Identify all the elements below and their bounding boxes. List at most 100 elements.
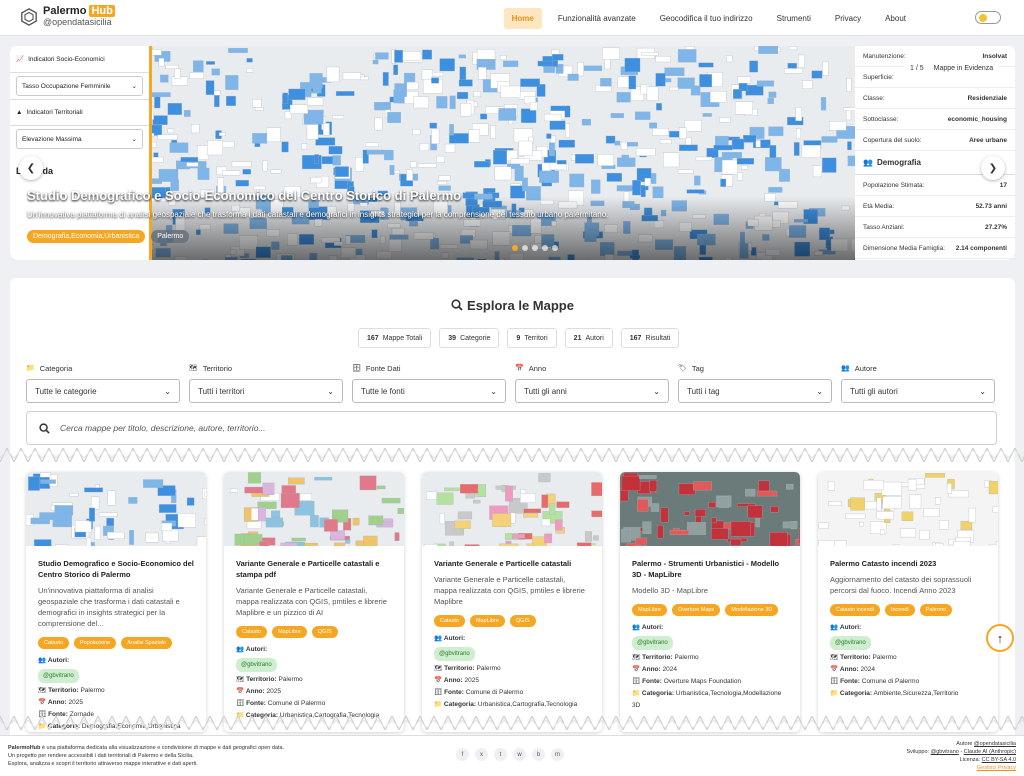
carousel-dot[interactable]	[522, 245, 528, 251]
carousel-dot[interactable]	[532, 245, 538, 251]
card-tag[interactable]: MapLibre	[632, 604, 667, 616]
nav-geocodifica[interactable]: Geocodifica il tuo indirizzo	[652, 8, 761, 29]
card-tag[interactable]: Catasto	[434, 615, 465, 627]
card-thumbnail[interactable]	[26, 472, 206, 546]
x-icon[interactable]: x	[475, 748, 488, 761]
featured-carousel: 📈 Indicatori Socio-Economici Tasso Occupa…	[10, 46, 1015, 260]
card-title[interactable]: Palermo - Strumenti Urbanistici - Modell…	[632, 558, 788, 580]
card-tag[interactable]: Catasto incendi	[830, 604, 880, 616]
search-icon	[39, 422, 50, 434]
map-card[interactable]: Palermo - Strumenti Urbanistici - Modell…	[620, 472, 800, 732]
filters-row: 📁 Categoria Tutte le categorie ⌄ 🗺 Territorio…	[26, 362, 995, 403]
hero-tags: Demografia,Economia,Urbanistica Palermo	[27, 230, 190, 243]
filter-categoria: 📁 Categoria Tutte le categorie ⌄	[26, 362, 180, 403]
brand-hub: Hub	[89, 5, 115, 17]
author-badge[interactable]: @gbvitrano	[434, 647, 475, 661]
search-bar[interactable]: Cerca mappe per titolo, descrizione, aut…	[26, 411, 997, 445]
filter-select[interactable]: Tutti i tag ⌄	[678, 379, 832, 403]
chevron-down-icon: ⌄	[131, 83, 137, 90]
filter-select[interactable]: Tutti gli anni ⌄	[515, 379, 669, 403]
nav-funzionalita[interactable]: Funzionalità avanzate	[550, 8, 644, 29]
map-card[interactable]: Variante Generale e Particelle catastali…	[422, 472, 602, 732]
card-tag[interactable]: Analisi Spaziale	[121, 637, 173, 649]
carousel-dot[interactable]	[542, 245, 548, 251]
card-tag[interactable]: Overture Maps	[671, 604, 721, 616]
nav-strumenti[interactable]: Strumenti	[769, 8, 819, 29]
folder-icon: 📁	[26, 365, 35, 372]
card-title[interactable]: Palermo Catasto incendi 2023	[830, 558, 986, 569]
card-title[interactable]: Variante Generale e Particelle catastali	[434, 558, 590, 569]
theme-toggle[interactable]	[975, 11, 1001, 24]
calendar-icon: 📅	[830, 666, 839, 673]
stat-badge: 167 Mappe Totali	[358, 328, 432, 348]
card-meta: 👥 Autori: @gbvitrano 🗺 Territorio: Palermo…	[632, 624, 782, 709]
filter-select[interactable]: Tutti gli autori ⌄	[841, 379, 995, 403]
map-icon: 🗺	[632, 654, 641, 661]
database-icon: 🗄	[434, 689, 443, 696]
info-row: Classe: Residenziale	[855, 88, 1015, 109]
chevron-down-icon: ⌄	[979, 386, 986, 396]
scroll-to-top-button[interactable]: ↑	[986, 624, 1014, 652]
card-thumbnail[interactable]	[224, 472, 404, 546]
hero-title[interactable]: Studio Demografico e Socio-Economico del…	[27, 188, 461, 203]
filter-select[interactable]: Tutte le categorie ⌄	[26, 379, 180, 403]
card-tag[interactable]: Catasto	[38, 637, 69, 649]
card-tag[interactable]: QGIS	[509, 615, 536, 627]
bluesky-icon[interactable]: b	[532, 748, 545, 761]
card-thumbnail[interactable]	[422, 472, 602, 546]
card-tag[interactable]: MapLibre	[271, 626, 307, 638]
carousel-next-button[interactable]: ❯	[981, 156, 1005, 180]
feature-info-panel: Manutenzione: Insolvat Superficie: Classe: R…	[855, 46, 1015, 260]
card-tag[interactable]: QGIS	[311, 626, 338, 638]
map-card[interactable]: Variante Generale e Particelle catastali…	[224, 472, 404, 732]
carousel-dot[interactable]	[552, 245, 558, 251]
card-title[interactable]: Variante Generale e Particelle catastali…	[236, 558, 392, 580]
card-tag[interactable]: Modellazione 3D	[725, 604, 779, 616]
brand[interactable]: Palermo Hub @opendatasicilia	[20, 5, 115, 27]
filter-select[interactable]: Tutte le fonti ⌄	[352, 379, 506, 403]
users-icon: 👥	[841, 365, 850, 372]
whatsapp-icon[interactable]: w	[513, 748, 526, 761]
nav-about[interactable]: About	[877, 8, 914, 29]
card-description: Un'innovativa piattaforma di analisi geo…	[38, 586, 180, 628]
footer: PalermoHub è una piattaforma dedicata al…	[0, 735, 1024, 776]
panel-item-indicatori-socio: 📈 Indicatori Socio-Economici	[10, 46, 149, 73]
card-tag[interactable]: Popolazione	[73, 637, 117, 649]
card-thumbnail[interactable]	[818, 472, 998, 546]
nav-home[interactable]: Home	[503, 8, 542, 29]
author-badge[interactable]: @gbvitrano	[38, 669, 79, 683]
explore-section: Esplora le Mappe 167 Mappe Totali 39 Catego…	[10, 278, 1015, 743]
search-input[interactable]: Cerca mappe per titolo, descrizione, aut…	[60, 423, 266, 433]
card-thumbnail[interactable]	[620, 472, 800, 546]
folder-icon: 📁	[830, 690, 839, 697]
card-tag[interactable]: Catasto	[236, 626, 267, 638]
slide-counter: 1 / 5 Mappe in Evidenza	[904, 60, 1000, 76]
map-card[interactable]: Palermo Catasto incendi 2023 Aggiornament…	[818, 472, 998, 732]
chart-icon: 📈	[16, 56, 25, 63]
facebook-icon[interactable]: f	[456, 748, 469, 761]
author-badge[interactable]: @gbvitrano	[830, 636, 871, 650]
nav-privacy[interactable]: Privacy	[827, 8, 869, 29]
threads-icon[interactable]: t	[494, 748, 507, 761]
carousel-dot[interactable]	[512, 245, 518, 251]
privacy-settings-link[interactable]: Gestisci Privacy	[977, 765, 1016, 771]
hero-tag-territory[interactable]: Palermo	[151, 230, 190, 243]
filter-select[interactable]: Tutti i territori ⌄	[189, 379, 343, 403]
carousel-indicators	[512, 245, 558, 251]
card-description: Modello 3D - MapLibre	[632, 586, 708, 595]
claude-link[interactable]: Claude AI (Anthropic)	[964, 749, 1016, 755]
chevron-down-icon: ⌄	[816, 386, 823, 396]
email-icon[interactable]: m	[551, 748, 564, 761]
license-link[interactable]: CC BY-SA 4.0	[982, 757, 1016, 763]
author-badge[interactable]: @gbvitrano	[632, 636, 673, 650]
card-title[interactable]: Studio Demografico e Socio-Economico del…	[38, 558, 194, 580]
card-tag[interactable]: Incendi	[884, 604, 915, 616]
map-card[interactable]: Studio Demografico e Socio-Economico del…	[26, 472, 206, 732]
hero-tag-category[interactable]: Demografia,Economia,Urbanistica	[27, 230, 146, 243]
author-badge[interactable]: @gbvitrano	[236, 658, 277, 672]
card-tag[interactable]: Palermo	[919, 604, 953, 616]
card-tag[interactable]: MapLibre	[469, 615, 505, 627]
carousel-prev-button[interactable]: ❮	[19, 156, 43, 180]
dev-link[interactable]: @gbvitrano	[931, 749, 959, 755]
author-link[interactable]: @opendatasicilia	[974, 741, 1016, 747]
